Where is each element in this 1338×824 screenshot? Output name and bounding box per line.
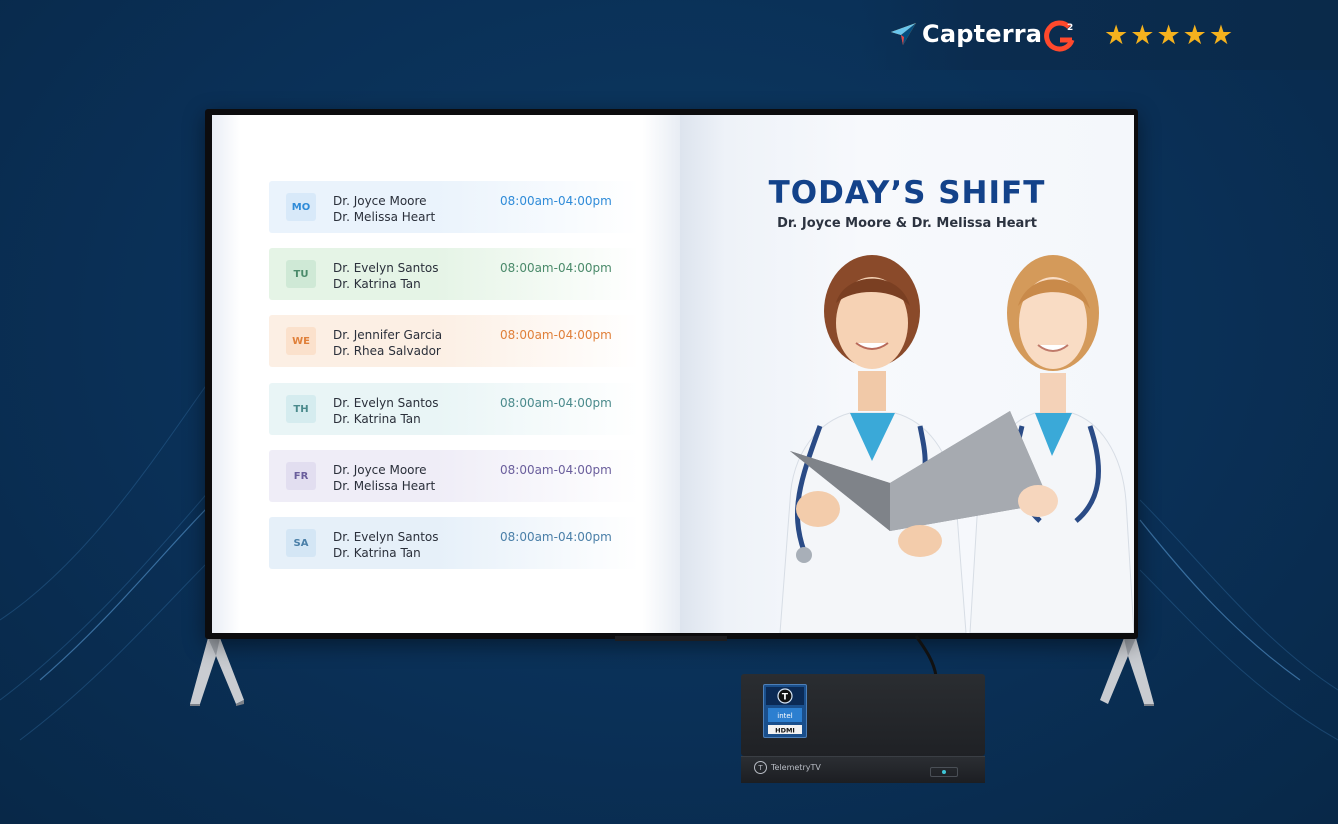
day-badge: MO: [286, 193, 316, 221]
today-shift-title: TODAY’S SHIFT: [768, 175, 1046, 211]
doctor-name: Dr. Katrina Tan: [333, 412, 421, 426]
doctor-name: Dr. Katrina Tan: [333, 277, 421, 291]
tv-bottom-bezel: [615, 636, 727, 641]
svg-text:HDMI: HDMI: [775, 727, 795, 735]
star-icon: ★: [1156, 20, 1181, 51]
player-box-top: T intel HDMI: [741, 674, 985, 756]
schedule-row-wednesday: WE Dr. Jennifer Garcia Dr. Rhea Salvador…: [269, 315, 639, 367]
player-brand: T TelemetryTV: [754, 761, 821, 774]
capterra-badge[interactable]: Capterra: [890, 20, 1042, 48]
telemetrytv-logo-icon: T: [754, 761, 767, 774]
telemetrytv-player-box: T intel HDMI T TelemetryTV: [741, 674, 985, 783]
day-badge: WE: [286, 327, 316, 355]
doctor-names: Dr. Jennifer Garcia Dr. Rhea Salvador: [333, 327, 442, 359]
doctor-name: Dr. Joyce Moore: [333, 194, 427, 208]
signage-screen: MO Dr. Joyce Moore Dr. Melissa Heart 08:…: [212, 115, 1134, 633]
doctors-photo: [779, 255, 1134, 633]
shift-time: 08:00am-04:00pm: [500, 396, 612, 410]
star-icon: ★: [1104, 20, 1129, 51]
doctor-name: Dr. Evelyn Santos: [333, 530, 439, 544]
g2-logo-icon: 2: [1044, 20, 1075, 52]
svg-text:2: 2: [1067, 23, 1073, 33]
today-shift-doctors: Dr. Joyce Moore & Dr. Melissa Heart: [777, 216, 1037, 231]
shift-time: 08:00am-04:00pm: [500, 530, 612, 544]
day-badge: TH: [286, 395, 316, 423]
intel-label: intel: [777, 712, 792, 720]
doctor-names: Dr. Evelyn Santos Dr. Katrina Tan: [333, 395, 439, 427]
shift-time: 08:00am-04:00pm: [500, 328, 612, 342]
shift-time: 08:00am-04:00pm: [500, 261, 612, 275]
schedule-panel: MO Dr. Joyce Moore Dr. Melissa Heart 08:…: [212, 115, 680, 633]
star-icon: ★: [1130, 20, 1155, 51]
doctor-names: Dr. Joyce Moore Dr. Melissa Heart: [333, 462, 435, 494]
doctor-name: Dr. Joyce Moore: [333, 463, 427, 477]
svg-text:T: T: [782, 693, 789, 703]
doctor-name: Dr. Melissa Heart: [333, 479, 436, 493]
player-sticker: T intel HDMI: [763, 684, 807, 738]
day-badge: SA: [286, 529, 316, 557]
shift-time: 08:00am-04:00pm: [500, 463, 612, 477]
doctor-name: Dr. Melissa Heart: [333, 210, 436, 224]
doctor-names: Dr. Evelyn Santos Dr. Katrina Tan: [333, 260, 439, 292]
schedule-row-friday: FR Dr. Joyce Moore Dr. Melissa Heart 08:…: [269, 450, 639, 502]
power-led: [930, 767, 958, 777]
shift-time: 08:00am-04:00pm: [500, 194, 612, 208]
star-icon: ★: [1208, 20, 1234, 51]
doctor-name: Dr. Evelyn Santos: [333, 396, 439, 410]
doctor-names: Dr. Evelyn Santos Dr. Katrina Tan: [333, 529, 439, 561]
doctor-names: Dr. Joyce Moore Dr. Melissa Heart: [333, 193, 435, 225]
capterra-arrow-icon: [891, 23, 916, 45]
intel-hdmi-sticker-icon: T intel HDMI: [766, 687, 804, 735]
doctor-name: Dr. Katrina Tan: [333, 546, 421, 560]
capterra-label: Capterra: [922, 20, 1043, 48]
tv-stand-right: [1100, 638, 1154, 706]
doctor-name: Dr. Evelyn Santos: [333, 261, 439, 275]
rating-stars: ★ ★ ★ ★ ★: [1104, 20, 1233, 52]
schedule-row-tuesday: TU Dr. Evelyn Santos Dr. Katrina Tan 08:…: [269, 248, 639, 300]
schedule-row-saturday: SA Dr. Evelyn Santos Dr. Katrina Tan 08:…: [269, 517, 639, 569]
today-shift-panel: TODAY’S SHIFT Dr. Joyce Moore & Dr. Meli…: [680, 115, 1134, 633]
doctor-name: Dr. Jennifer Garcia: [333, 328, 443, 342]
schedule-row-monday: MO Dr. Joyce Moore Dr. Melissa Heart 08:…: [269, 181, 639, 233]
player-brand-label: TelemetryTV: [771, 763, 821, 772]
day-badge: TU: [286, 260, 316, 288]
day-badge: FR: [286, 462, 316, 490]
doctor-name: Dr. Rhea Salvador: [333, 344, 441, 358]
schedule-row-thursday: TH Dr. Evelyn Santos Dr. Katrina Tan 08:…: [269, 383, 639, 435]
tv-stand-left: [190, 638, 244, 706]
star-icon: ★: [1182, 20, 1207, 51]
page: { "header": { "capterra_label": "Capterr…: [0, 0, 1338, 824]
